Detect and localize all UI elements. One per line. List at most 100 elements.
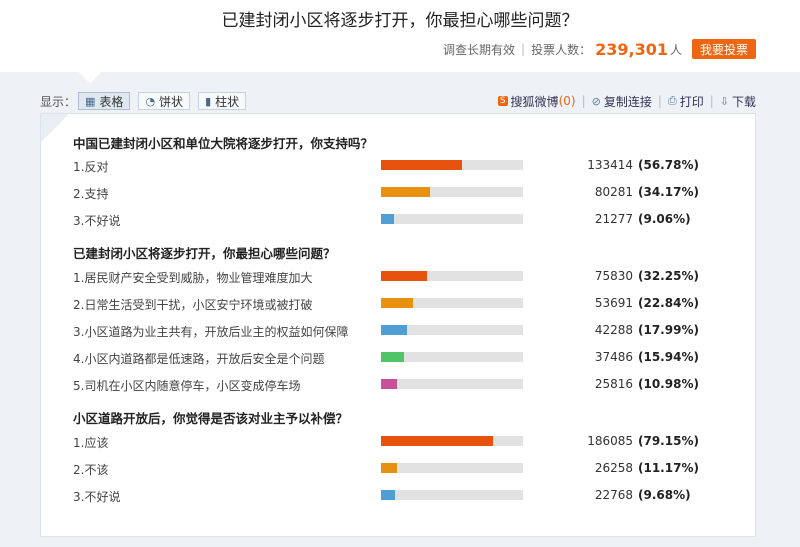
copy-link-button[interactable]: ⊘ 复制连接 (592, 93, 652, 110)
vote-percent: (10.98%) (638, 377, 699, 391)
result-row: 3.不好说 22768 (9.68%) (73, 487, 753, 505)
vote-count: 42288 (594, 323, 633, 337)
option-label: 1.反对 (73, 160, 109, 174)
result-row: 3.不好说 21277 (9.06%) (73, 211, 753, 229)
results-panel: 中国已建封闭小区和单位大院将逐步打开，你支持吗？ 1.反对 133414 (56… (40, 113, 756, 537)
result-bar-track (381, 325, 523, 335)
grid-icon: ▦ (85, 94, 96, 108)
result-row: 2.支持 80281 (34.17%) (73, 184, 753, 202)
sohu-weibo-share[interactable]: S 搜狐微博 (0) (497, 93, 576, 110)
vote-percent: (9.68%) (638, 488, 691, 502)
vote-count: 26258 (594, 461, 633, 475)
print-button[interactable]: ⎙ 打印 (668, 93, 704, 110)
result-bar-fill (381, 436, 494, 446)
option-label: 3.小区道路为业主共有，开放后业主的权益如何保障 (73, 325, 349, 339)
vote-count: 186085 (587, 434, 633, 448)
vote-count: 75830 (594, 269, 633, 283)
result-bar-track (381, 463, 523, 473)
display-label: 显示： (40, 94, 77, 109)
result-bar-fill (381, 325, 407, 335)
vote-count: 53691 (594, 296, 633, 310)
result-bar-fill (381, 271, 427, 281)
survey-title: 已建封闭小区将逐步打开，你最担心哪些问题？ (221, 11, 579, 31)
result-bar-track (381, 490, 523, 500)
vote-count: 25816 (594, 377, 633, 391)
vote-percent: (17.99%) (638, 323, 699, 337)
vote-percent: (34.17%) (638, 185, 699, 199)
vote-percent: (32.25%) (638, 269, 699, 283)
vote-percent: (9.06%) (638, 212, 691, 226)
printer-icon: ⎙ (667, 94, 677, 107)
result-bar-track (381, 436, 523, 446)
result-bar-track (381, 379, 523, 389)
voters-count: 239,301 (595, 39, 668, 59)
result-bar-track (381, 160, 523, 170)
vote-percent: (11.17%) (638, 461, 699, 475)
question-title: 中国已建封闭小区和单位大院将逐步打开，你支持吗？ (73, 136, 374, 151)
result-bar-fill (381, 352, 404, 362)
vote-count: 133414 (587, 158, 633, 172)
vote-count: 37486 (594, 350, 633, 364)
tool-divider: | (581, 94, 586, 108)
result-row: 2.日常生活受到干扰，小区安宁环境或被打破 53691 (22.84%) (73, 295, 753, 313)
tool-divider: | (657, 94, 662, 108)
tool-divider: | (709, 94, 714, 108)
result-bar-track (381, 298, 523, 308)
result-bar-fill (381, 214, 394, 224)
pie-mode-button[interactable]: ◔ 饼状 (138, 92, 191, 110)
panel-corner-decoration (41, 114, 69, 142)
sohu-icon: S (497, 96, 508, 106)
vote-count: 22768 (594, 488, 633, 502)
voters-unit: 人 (669, 42, 682, 57)
option-label: 1.应该 (73, 436, 109, 450)
download-label: 下载 (731, 94, 756, 109)
result-row: 3.小区道路为业主共有，开放后业主的权益如何保障 42288 (17.99%) (73, 322, 753, 340)
result-bar-fill (381, 298, 414, 308)
result-row: 4.小区内道路都是低速路，开放后安全是个问题 37486 (15.94%) (73, 349, 753, 367)
result-bar-fill (381, 187, 430, 197)
result-bar-fill (381, 379, 397, 389)
option-label: 2.支持 (73, 187, 109, 201)
print-label: 打印 (679, 94, 704, 109)
vote-count: 80281 (594, 185, 633, 199)
result-row: 1.反对 133414 (56.78%) (73, 157, 753, 175)
option-label: 4.小区内道路都是低速路，开放后安全是个问题 (73, 352, 325, 366)
pie-mode-label: 饼状 (159, 94, 184, 109)
vote-percent: (15.94%) (638, 350, 699, 364)
vote-percent: (22.84%) (638, 296, 699, 310)
voters-label: 投票人数： (531, 42, 592, 57)
survey-header: 已建封闭小区将逐步打开，你最担心哪些问题？ 调查长期有效 | 投票人数： 239… (0, 0, 800, 72)
bar-mode-button[interactable]: ▮ 柱状 (198, 92, 247, 110)
table-mode-button[interactable]: ▦ 表格 (78, 92, 131, 110)
option-label: 1.居民财产安全受到威胁，物业管理难度加大 (73, 271, 313, 285)
option-label: 2.不该 (73, 463, 109, 477)
sohu-weibo-label: 搜狐微博 (510, 94, 559, 109)
bar-chart-icon: ▮ (205, 94, 212, 108)
bar-mode-label: 柱状 (215, 94, 240, 109)
result-bar-track (381, 187, 523, 197)
option-label: 3.不好说 (73, 490, 121, 504)
question-title: 已建封闭小区将逐步打开，你最担心哪些问题？ (73, 246, 336, 261)
result-row: 5.司机在小区内随意停车，小区变成停车场 25816 (10.98%) (73, 376, 753, 394)
result-row: 2.不该 26258 (11.17%) (73, 460, 753, 478)
copy-link-label: 复制连接 (603, 94, 652, 109)
download-button[interactable]: ⇩ 下载 (720, 93, 756, 110)
link-icon: ⊘ (591, 94, 601, 108)
result-bar-fill (381, 160, 462, 170)
stats-divider: | (521, 42, 526, 56)
vote-percent: (79.15%) (638, 434, 699, 448)
result-bar-fill (381, 463, 397, 473)
result-bar-track (381, 271, 523, 281)
vote-count: 21277 (594, 212, 633, 226)
share-tools: S 搜狐微博 (0) | ⊘ 复制连接 | ⎙ 打印 | ⇩ 下载 (492, 93, 756, 110)
download-icon: ⇩ (719, 94, 729, 108)
display-toolbar: 显示： ▦ 表格 ◔ 饼状 ▮ 柱状 S 搜狐微博 (0) | ⊘ 复制连接 |… (40, 92, 756, 110)
question-title: 小区道路开放后，你觉得是否该对业主予以补偿？ (73, 411, 349, 426)
vote-percent: (56.78%) (638, 158, 699, 172)
pie-icon: ◔ (145, 94, 156, 108)
result-row: 1.居民财产安全受到威胁，物业管理难度加大 75830 (32.25%) (73, 268, 753, 286)
option-label: 2.日常生活受到干扰，小区安宁环境或被打破 (73, 298, 313, 312)
option-label: 5.司机在小区内随意停车，小区变成停车场 (73, 379, 301, 393)
survey-duration: 调查长期有效 (443, 42, 516, 57)
vote-button[interactable]: 我要投票 (691, 39, 756, 59)
